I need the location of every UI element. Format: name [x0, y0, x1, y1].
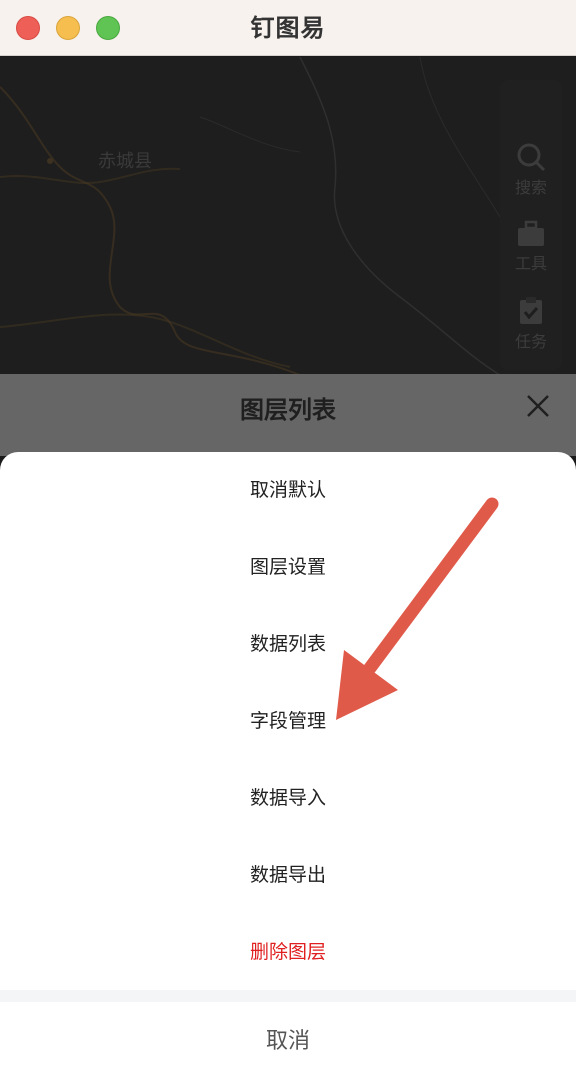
annotation-arrow-icon [336, 497, 499, 720]
layer-list-close-button[interactable] [522, 390, 554, 422]
map-view[interactable]: 赤城县 [0, 57, 576, 375]
map-toolbar: 搜索 工具 任务 [500, 80, 562, 370]
window-titlebar: 钉图易 [0, 0, 576, 56]
data-export-option[interactable]: 数据导出 [0, 845, 576, 905]
toolbox-icon [518, 220, 544, 246]
search-icon [517, 143, 546, 172]
layer-list-header: 图层列表 [0, 374, 576, 456]
cancel-button[interactable]: 取消 [0, 1002, 576, 1082]
window-title: 钉图易 [250, 14, 326, 42]
tools-tool[interactable]: 工具 [500, 220, 562, 274]
layer-list-title: 图层列表 [240, 396, 336, 424]
delete-layer-option[interactable]: 删除图层 [0, 922, 576, 982]
search-tool[interactable]: 搜索 [500, 142, 562, 198]
search-tool-label: 搜索 [514, 178, 547, 197]
task-tool-label: 任务 [514, 332, 547, 351]
map-place-label: 赤城县 [98, 151, 152, 172]
close-icon [527, 395, 549, 417]
sheet-divider [0, 990, 576, 1002]
clipboard-check-icon [520, 297, 542, 324]
data-import-option[interactable]: 数据导入 [0, 768, 576, 828]
task-tool[interactable]: 任务 [500, 296, 562, 352]
tools-tool-label: 工具 [514, 254, 547, 273]
map-roads [0, 57, 501, 375]
